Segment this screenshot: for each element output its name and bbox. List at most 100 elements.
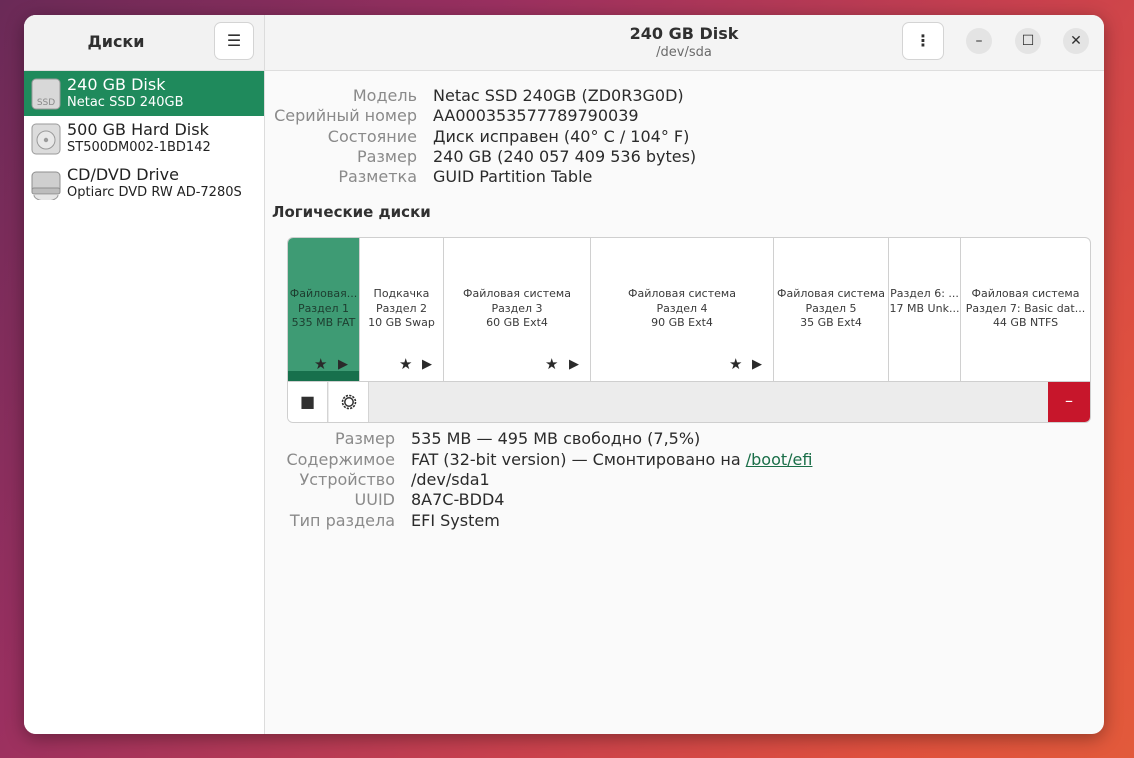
minimize-button[interactable]: – xyxy=(966,28,992,54)
device-item-cd-dvd-drive[interactable]: CD/DVD Drive Optiarc DVD RW AD-7280S xyxy=(24,161,264,206)
star-icon: ★ xyxy=(314,355,328,373)
play-icon: ▶ xyxy=(569,357,579,372)
partition-3[interactable]: Файловая система Раздел 3 60 GB Ext4 ★ ▶ xyxy=(444,238,591,381)
info-label: Размер xyxy=(334,429,395,448)
kebab-menu-icon: ⋮ xyxy=(915,31,931,50)
volumes-heading: Логические диски xyxy=(272,203,431,221)
device-name: 500 GB Hard Disk xyxy=(67,120,209,139)
device-model: ST500DM002-1BD142 xyxy=(67,140,211,155)
device-model: Netac SSD 240GB xyxy=(67,95,184,110)
disks-window: Диски ☰ SSD 240 GB Disk Netac SSD 240GB … xyxy=(24,15,1104,734)
stop-icon: ■ xyxy=(299,392,316,411)
partition-map: Файловая... Раздел 1 535 MB FAT ★ ▶ Подк… xyxy=(287,237,1091,423)
close-icon: ✕ xyxy=(1070,33,1082,49)
partition-line2: Раздел 5 xyxy=(805,301,857,315)
hard-disk-icon xyxy=(31,123,61,155)
partition-toolbar: ■ – xyxy=(288,382,1090,422)
partition-usage-bar xyxy=(288,371,359,381)
gear-icon xyxy=(341,394,356,410)
info-row-serial: Серийный номер AA000353577789790039 xyxy=(265,106,1103,126)
info-row-model: Модель Netac SSD 240GB (ZD0R3G0D) xyxy=(265,86,1103,106)
partition-4[interactable]: Файловая система Раздел 4 90 GB Ext4 ★ ▶ xyxy=(591,238,774,381)
info-value: 240 GB (240 057 409 536 bytes) xyxy=(433,147,697,166)
hamburger-menu-button[interactable]: ☰ xyxy=(214,22,254,60)
sidebar-header: Диски ☰ xyxy=(24,15,264,71)
hamburger-menu-icon: ☰ xyxy=(226,31,242,50)
ssd-icon-label: SSD xyxy=(37,98,55,108)
info-label: UUID xyxy=(354,490,395,509)
partition-line2: Раздел 2 xyxy=(375,301,428,315)
optical-drive-icon xyxy=(31,171,61,200)
partition-line3: 35 GB Ext4 xyxy=(800,316,862,329)
minimize-icon: – xyxy=(975,33,983,49)
info-label: Тип раздела xyxy=(289,511,395,530)
app-title: Диски xyxy=(87,32,145,51)
partition-5[interactable]: Файловая система Раздел 5 35 GB Ext4 xyxy=(774,238,889,381)
header-bar: 240 GB Disk /dev/sda ⋮ – ☐ ✕ xyxy=(265,15,1104,71)
close-button[interactable]: ✕ xyxy=(1063,28,1089,54)
info-value: Netac SSD 240GB (ZD0R3G0D) xyxy=(433,86,684,105)
maximize-icon: ☐ xyxy=(1021,33,1035,49)
partition-line2: Раздел 7: Basic dat... xyxy=(965,301,1086,315)
partition-line1: Подкачка xyxy=(373,287,430,300)
info-value: FAT (32-bit version) — Смонтировано на xyxy=(411,450,746,469)
info-row-partitioning: Разметка GUID Partition Table xyxy=(265,167,1103,187)
info-value: 8A7C-BDD4 xyxy=(411,490,505,509)
star-icon: ★ xyxy=(545,355,559,373)
partition-line1: Файловая система xyxy=(971,287,1080,300)
partition-7[interactable]: Файловая система Раздел 7: Basic dat... … xyxy=(961,238,1090,381)
partition-2[interactable]: Подкачка Раздел 2 10 GB Swap ★ ▶ xyxy=(360,238,444,381)
partition-list: Файловая... Раздел 1 535 MB FAT ★ ▶ Подк… xyxy=(288,238,1090,382)
partition-6[interactable]: Раздел 6: ... 17 MB Unk... xyxy=(889,238,961,381)
main-pane: 240 GB Disk /dev/sda ⋮ – ☐ ✕ Модель Neta… xyxy=(265,15,1104,734)
unmount-button[interactable]: ■ xyxy=(288,382,328,422)
play-icon: ▶ xyxy=(422,357,432,372)
partition-line3: 10 GB Swap xyxy=(368,316,435,329)
partition-line1: Файловая система xyxy=(777,287,885,300)
info-label: Серийный номер xyxy=(274,106,417,125)
partition-line1: Файловая система xyxy=(628,287,736,300)
delete-partition-button[interactable]: – xyxy=(1048,382,1090,422)
partition-line1: Файловая система xyxy=(463,287,571,300)
device-name: CD/DVD Drive xyxy=(67,165,179,184)
partition-line1: Файловая... xyxy=(289,287,358,300)
info-row-health: Состояние Диск исправен (40° C / 104° F) xyxy=(265,127,1103,147)
partition-line3: 44 GB NTFS xyxy=(992,316,1059,329)
partition-line3: 90 GB Ext4 xyxy=(651,316,713,329)
minus-icon: – xyxy=(1065,391,1073,410)
partition-1[interactable]: Файловая... Раздел 1 535 MB FAT ★ ▶ xyxy=(288,238,360,381)
pinfo-row-size: Размер 535 MB — 495 MB свободно (7,5%) xyxy=(265,429,1103,449)
info-value: EFI System xyxy=(411,511,500,530)
partition-line3: 60 GB Ext4 xyxy=(486,316,548,329)
star-icon: ★ xyxy=(399,355,413,373)
info-value: GUID Partition Table xyxy=(433,167,593,186)
info-label: Размер xyxy=(356,147,417,166)
info-label: Разметка xyxy=(338,167,417,186)
ssd-icon: SSD xyxy=(31,78,61,110)
pinfo-row-type: Тип раздела EFI System xyxy=(265,511,1103,531)
pinfo-row-device: Устройство /dev/sda1 xyxy=(265,470,1103,490)
mount-point-link[interactable]: /boot/efi xyxy=(746,450,813,469)
info-row-size: Размер 240 GB (240 057 409 536 bytes) xyxy=(265,147,1103,167)
info-value: 535 MB — 495 MB свободно (7,5%) xyxy=(411,429,701,448)
partition-line2: 17 MB Unk... xyxy=(889,301,960,315)
info-value: /dev/sda1 xyxy=(411,470,490,489)
partition-line2: Раздел 1 xyxy=(297,301,350,315)
device-item-500gb-hard-disk[interactable]: 500 GB Hard Disk ST500DM002-1BD142 xyxy=(24,116,264,161)
device-item-240gb-disk[interactable]: SSD 240 GB Disk Netac SSD 240GB xyxy=(24,71,264,116)
sidebar: Диски ☰ SSD 240 GB Disk Netac SSD 240GB … xyxy=(24,15,265,734)
disk-menu-button[interactable]: ⋮ xyxy=(902,22,944,60)
device-name: 240 GB Disk xyxy=(67,75,166,94)
info-label: Содержимое xyxy=(286,450,395,469)
partition-line3: 535 MB FAT xyxy=(291,316,356,329)
play-icon: ▶ xyxy=(752,357,762,372)
partition-settings-button[interactable] xyxy=(329,382,369,422)
info-label: Устройство xyxy=(299,470,395,489)
pinfo-row-contents: Содержимое FAT (32-bit version) — Смонти… xyxy=(265,450,1103,470)
star-icon: ★ xyxy=(729,355,743,373)
device-model: Optiarc DVD RW AD-7280S xyxy=(67,185,242,200)
partition-line2: Раздел 4 xyxy=(656,301,708,315)
maximize-button[interactable]: ☐ xyxy=(1015,28,1041,54)
info-value: AA000353577789790039 xyxy=(433,106,639,125)
partition-line2: Раздел 3 xyxy=(491,301,543,315)
